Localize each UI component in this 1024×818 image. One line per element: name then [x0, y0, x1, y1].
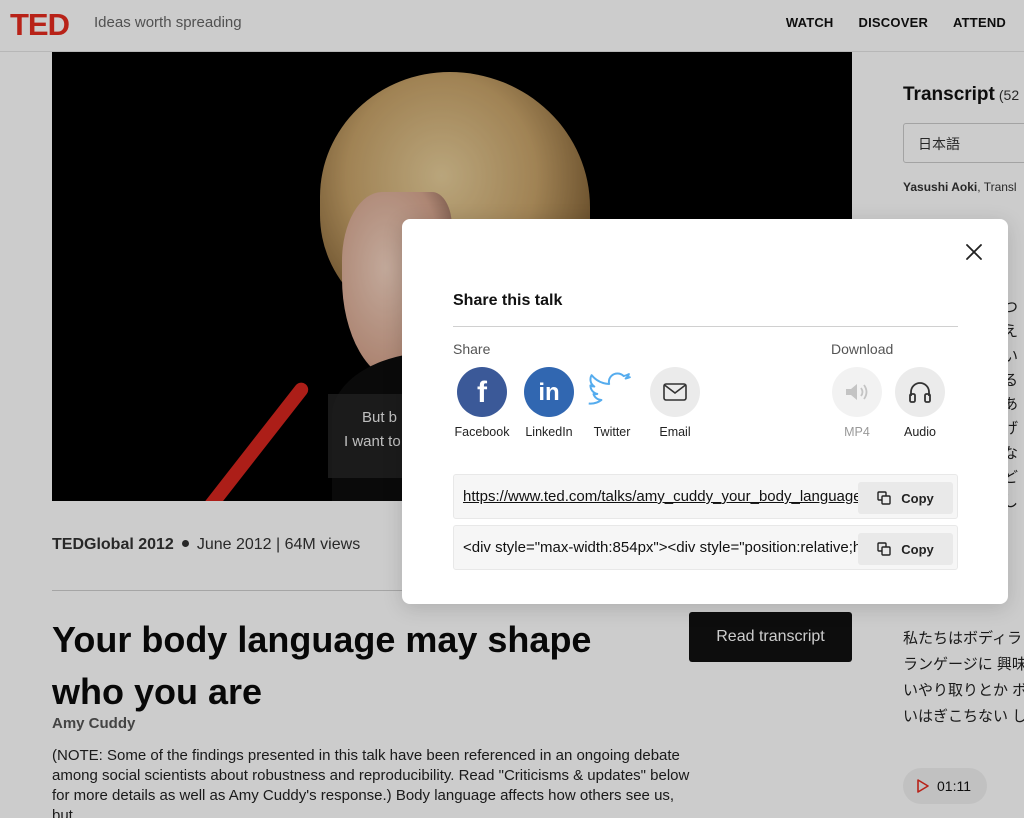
copy-label: Copy: [901, 541, 934, 557]
headphones-icon: [895, 367, 945, 417]
twitter-label: Twitter: [593, 425, 631, 439]
share-modal: Share this talk Share Download f Faceboo…: [402, 219, 1008, 604]
share-email-button[interactable]: Email: [643, 367, 707, 439]
mp4-label: MP4: [844, 425, 870, 439]
facebook-icon: f: [457, 367, 507, 417]
copy-icon: [877, 491, 891, 505]
audio-label: Audio: [904, 425, 936, 439]
copy-label: Copy: [901, 490, 934, 506]
svg-text:f: f: [477, 377, 488, 407]
copy-icon: [877, 542, 891, 556]
embed-code[interactable]: <div style="max-width:854px"><div style=…: [463, 539, 858, 556]
share-url-field[interactable]: https://www.ted.com/talks/amy_cuddy_your…: [453, 474, 958, 519]
svg-text:in: in: [538, 379, 559, 405]
share-section-label: Share: [453, 341, 491, 357]
facebook-label: Facebook: [454, 425, 510, 439]
email-label: Email: [659, 425, 691, 439]
copy-url-button[interactable]: Copy: [858, 482, 953, 514]
share-linkedin-button[interactable]: in LinkedIn: [517, 367, 581, 439]
share-facebook-button[interactable]: f Facebook: [450, 367, 514, 439]
share-twitter-button[interactable]: Twitter: [580, 367, 644, 439]
embed-code-field[interactable]: <div style="max-width:854px"><div style=…: [453, 525, 958, 570]
copy-embed-button[interactable]: Copy: [858, 533, 953, 565]
download-section-label: Download: [831, 341, 894, 357]
close-icon[interactable]: [964, 242, 984, 262]
share-url[interactable]: https://www.ted.com/talks/amy_cuddy_your…: [463, 488, 858, 505]
linkedin-icon: in: [524, 367, 574, 417]
modal-divider: [453, 326, 958, 327]
twitter-icon: [587, 367, 637, 417]
download-audio-button[interactable]: Audio: [888, 367, 952, 439]
modal-title: Share this talk: [453, 292, 563, 309]
download-mp4-button[interactable]: MP4: [825, 367, 889, 439]
linkedin-label: LinkedIn: [525, 425, 573, 439]
mail-icon: [650, 367, 700, 417]
speaker-icon: [832, 367, 882, 417]
